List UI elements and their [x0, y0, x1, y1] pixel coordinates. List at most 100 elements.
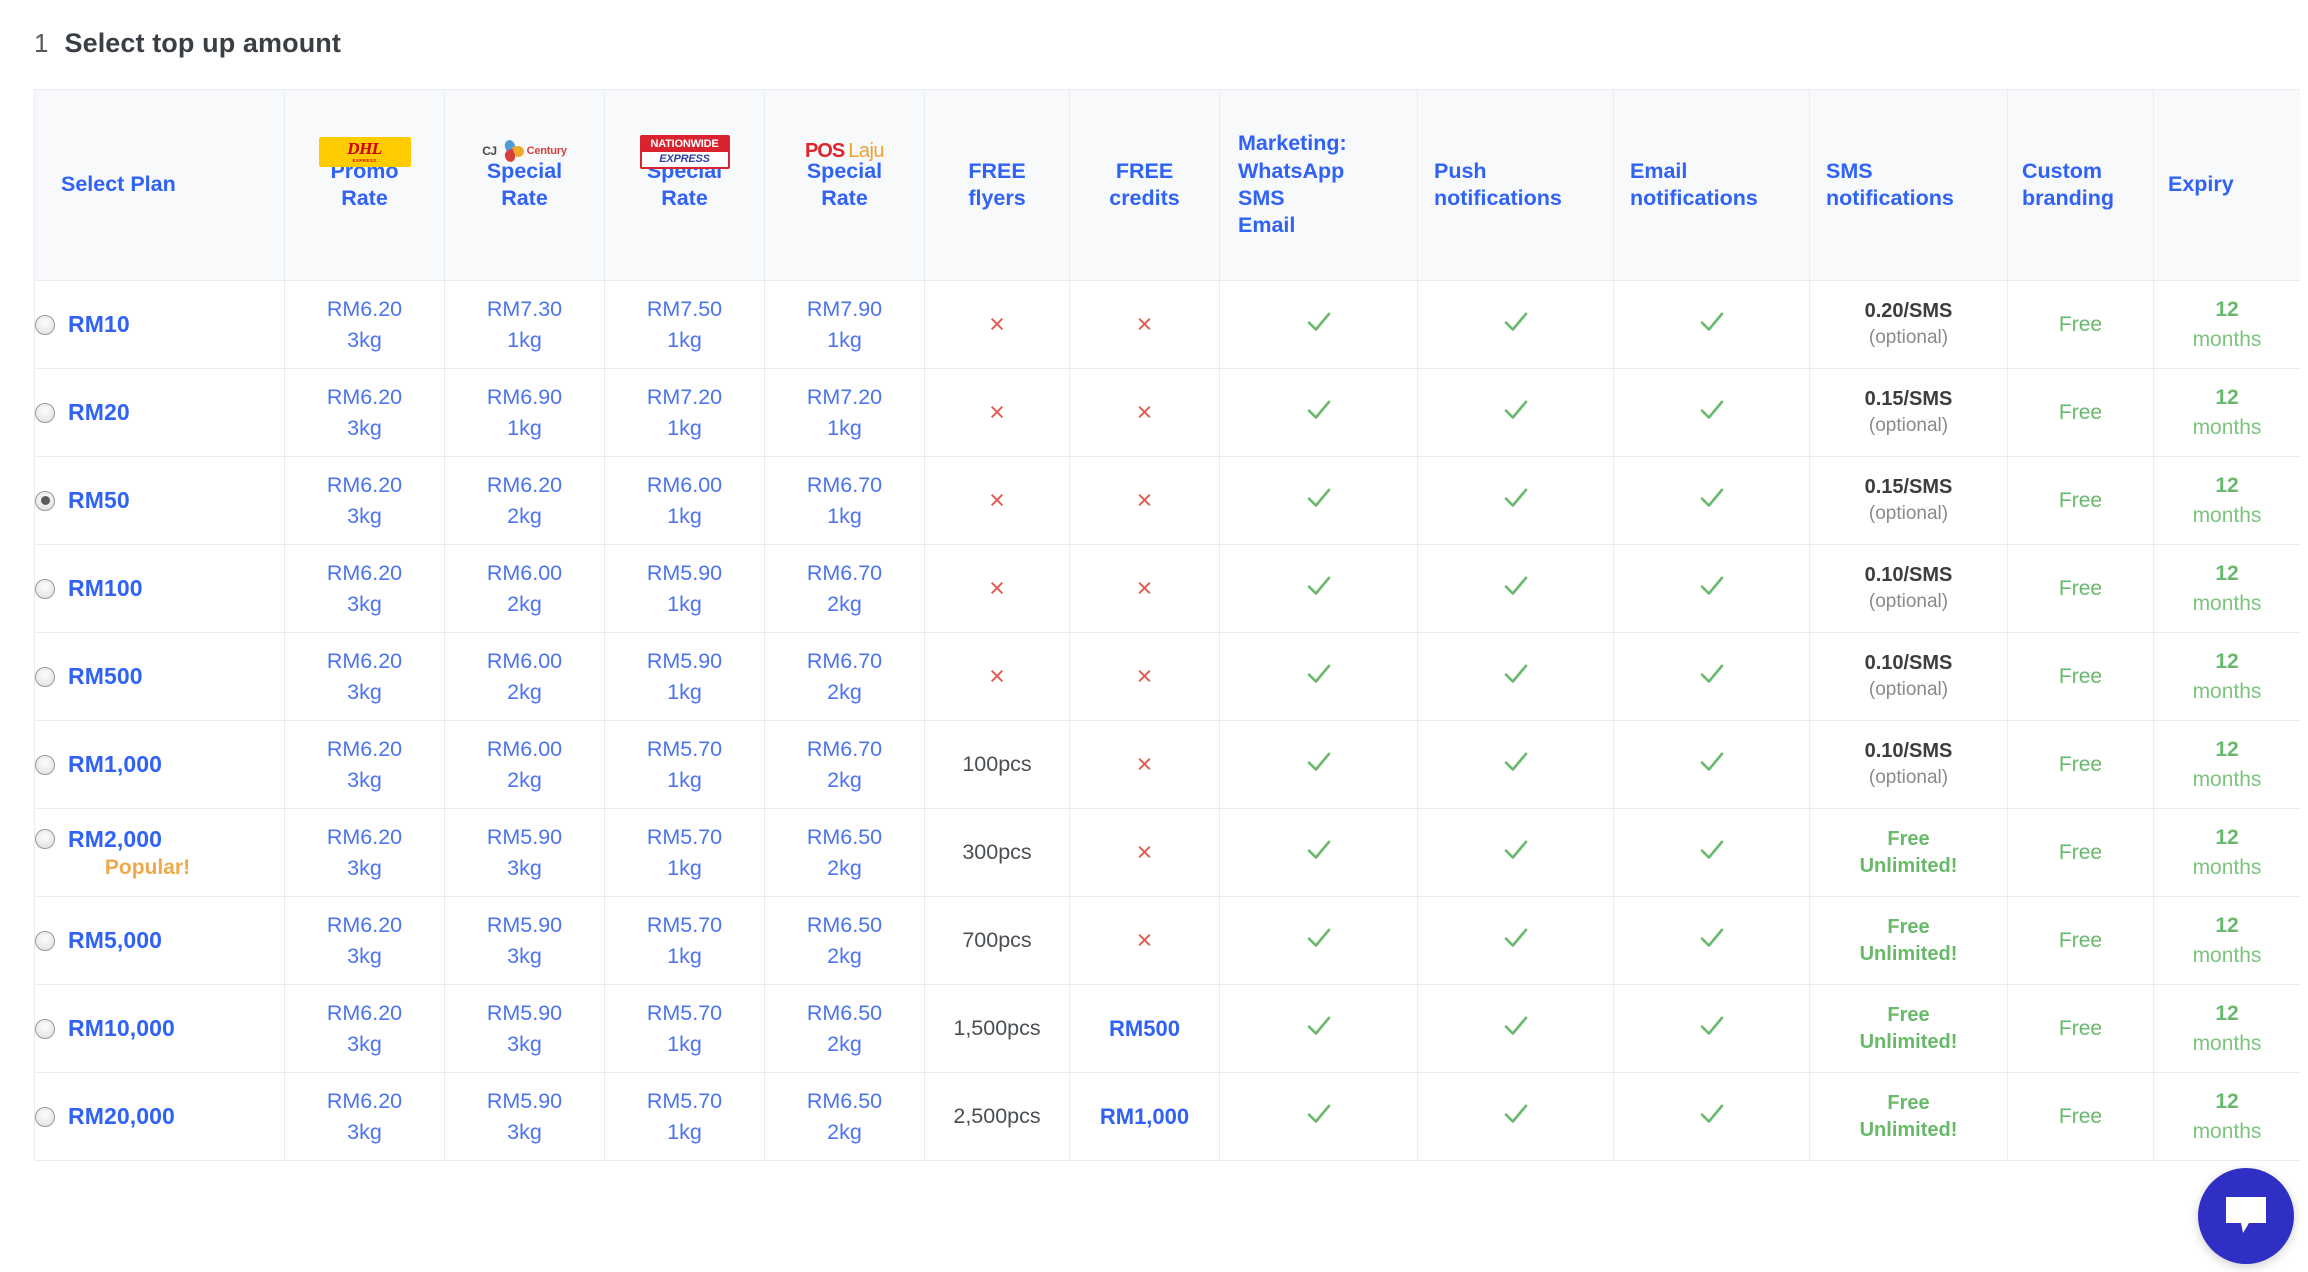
expiry-number: 12 [2215, 474, 2239, 498]
push-notifications-cell [1417, 632, 1614, 721]
flyers-value: 100pcs [962, 752, 1032, 776]
rate-price: RM5.90 [646, 648, 723, 673]
plan-radio-button[interactable] [35, 314, 55, 335]
free-flyers-cell: 300pcs [924, 808, 1070, 897]
dhl-logo: DHL EXPRESS [285, 124, 444, 180]
plan-cell[interactable]: RM10,000 [34, 984, 285, 1073]
free-credits-cell: × [1069, 544, 1220, 633]
cross-icon: × [989, 396, 1005, 427]
rate-price: RM7.30 [486, 296, 563, 321]
plan-radio-button[interactable] [35, 829, 55, 849]
rate-cell-cj: RM6.00 2kg [444, 720, 605, 809]
table-row[interactable]: RM1,000 RM6.20 3kg RM6.00 2kg RM5.70 1kg RM6.70… [34, 720, 2300, 809]
free-credits-cell: × [1069, 808, 1220, 897]
rate-price: RM6.00 [646, 472, 723, 497]
table-row[interactable]: RM100 RM6.20 3kg RM6.00 2kg RM5.90 1kg RM6.70 2k… [34, 544, 2300, 633]
cj-logo-mark [500, 138, 525, 164]
rate-price: RM6.00 [486, 736, 563, 761]
check-icon [1504, 1104, 1527, 1123]
rate-cell-poslaju: RM7.20 1kg [764, 368, 925, 457]
column-header-dhl: DHL EXPRESS Promo Rate [284, 89, 445, 281]
plan-radio-button[interactable] [35, 402, 55, 423]
table-row[interactable]: RM20 RM6.20 3kg RM6.90 1kg RM7.20 1kg RM7.20 1kg… [34, 368, 2300, 457]
rate-cell-dhl: RM6.20 3kg [284, 896, 445, 985]
sms-free-line2: Unlimited! [1859, 942, 1958, 965]
rate-cell-nationwide: RM5.70 1kg [604, 720, 765, 809]
plan-radio-button[interactable] [35, 754, 55, 775]
plan-cell[interactable]: RM50 [34, 456, 285, 545]
rate-weight: 1kg [667, 327, 702, 352]
plan-radio-button[interactable] [35, 1018, 55, 1039]
custom-branding-cell: Free [2007, 720, 2154, 809]
free-credits-cell: × [1069, 896, 1220, 985]
rate-weight: 1kg [667, 679, 702, 704]
plan-cell[interactable]: RM100 [34, 544, 285, 633]
table-row[interactable]: RM500 RM6.20 3kg RM6.00 2kg RM5.90 1kg RM6.70 2k… [34, 632, 2300, 721]
sms-notifications-cell: 0.20/SMS (optional) [1809, 280, 2008, 369]
table-row[interactable]: RM10,000 RM6.20 3kg RM5.90 3kg RM5.70 1kg RM6.5… [34, 984, 2300, 1073]
rate-weight: 3kg [507, 1119, 542, 1144]
rate-cell-dhl: RM6.20 3kg [284, 984, 445, 1073]
table-row[interactable]: RM5,000 RM6.20 3kg RM5.90 3kg RM5.70 1kg RM6.50… [34, 896, 2300, 985]
expiry-cell: 12 months [2153, 456, 2300, 545]
rate-weight: 1kg [827, 503, 862, 528]
column-header-credits-line2: credits [1109, 186, 1180, 210]
cross-icon: × [1136, 396, 1153, 427]
rate-cell-dhl: RM6.20 3kg [284, 808, 445, 897]
rate-price: RM5.70 [646, 824, 723, 849]
free-credits-cell: RM500 [1069, 984, 1220, 1073]
plan-cell[interactable]: RM2,000 Popular! [34, 808, 285, 897]
plan-cell[interactable]: RM500 [34, 632, 285, 721]
plan-cell[interactable]: RM1,000 [34, 720, 285, 809]
push-notifications-cell [1417, 1072, 1614, 1161]
plan-label: RM20 [68, 399, 130, 425]
plan-radio-button[interactable] [35, 1106, 55, 1127]
column-header-cj-line2: Rate [501, 186, 548, 210]
chat-widget-button[interactable] [2198, 1168, 2294, 1264]
free-flyers-cell: 2,500pcs [924, 1072, 1070, 1161]
plan-radio-button[interactable] [35, 578, 55, 599]
table-row[interactable]: RM20,000 RM6.20 3kg RM5.90 3kg RM5.70 1kg RM6.5… [34, 1072, 2300, 1161]
sms-optional-note: (optional) [1868, 415, 1949, 437]
free-credits-cell: × [1069, 720, 1220, 809]
rate-weight: 2kg [827, 855, 862, 880]
rate-cell-poslaju: RM6.70 2kg [764, 544, 925, 633]
plan-cell[interactable]: RM20,000 [34, 1072, 285, 1161]
plan-cell[interactable]: RM5,000 [34, 896, 285, 985]
check-icon [1700, 664, 1723, 683]
free-credits-cell: × [1069, 632, 1220, 721]
sms-free-line1: Free [1887, 916, 1930, 939]
expiry-unit: months [2192, 327, 2262, 351]
plan-radio-button[interactable] [35, 490, 55, 511]
rate-weight: 2kg [827, 1031, 862, 1056]
rate-cell-poslaju: RM6.50 2kg [764, 1072, 925, 1161]
free-flyers-cell: × [924, 280, 1070, 369]
marketing-cell [1219, 632, 1418, 721]
column-header-marketing-line1: Marketing: [1238, 131, 1347, 156]
rate-cell-poslaju: RM6.70 1kg [764, 456, 925, 545]
plan-cell[interactable]: RM10 [34, 280, 285, 369]
rate-cell-cj: RM6.90 1kg [444, 368, 605, 457]
expiry-unit: months [2192, 503, 2262, 527]
rate-price: RM6.20 [326, 824, 403, 849]
rate-weight: 2kg [827, 1119, 862, 1144]
rate-cell-nationwide: RM5.70 1kg [604, 1072, 765, 1161]
rate-cell-nationwide: RM5.90 1kg [604, 544, 765, 633]
page-title: Select top up amount [64, 28, 341, 58]
table-row[interactable]: RM2,000 Popular! RM6.20 3kg RM5.90 3kg RM5.70 1… [34, 808, 2300, 897]
expiry-number: 12 [2215, 562, 2239, 586]
rate-cell-dhl: RM6.20 3kg [284, 720, 445, 809]
table-row[interactable]: RM10 RM6.20 3kg RM7.30 1kg RM7.50 1kg RM7.90 1kg… [34, 280, 2300, 369]
sms-rate-value: 0.20/SMS [1864, 300, 1953, 323]
email-notifications-cell [1613, 632, 1810, 721]
check-icon [1504, 1016, 1527, 1035]
plan-cell[interactable]: RM20 [34, 368, 285, 457]
plan-label: RM10,000 [68, 1015, 175, 1041]
marketing-cell [1219, 1072, 1418, 1161]
rate-weight: 3kg [347, 767, 382, 792]
plan-radio-button[interactable] [35, 666, 55, 687]
table-row[interactable]: RM50 RM6.20 3kg RM6.20 2kg RM6.00 1kg RM6.70 1kg… [34, 456, 2300, 545]
rate-cell-cj: RM5.90 3kg [444, 808, 605, 897]
plans-table: Select Plan DHL EXPRESS Promo Rate CJ Ce… [34, 89, 2300, 1161]
plan-radio-button[interactable] [35, 930, 55, 951]
